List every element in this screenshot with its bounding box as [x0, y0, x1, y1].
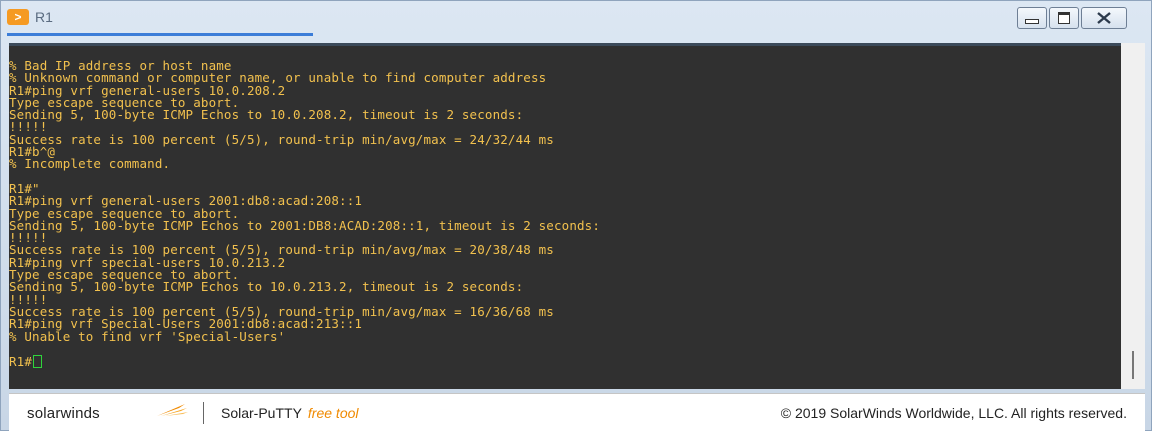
solarwinds-logo-text[interactable]: solarwinds: [27, 405, 100, 422]
title-bar[interactable]: > R1: [1, 1, 1151, 41]
putty-icon: >: [7, 9, 29, 25]
minimize-icon: [1025, 18, 1039, 24]
putty-window: > R1 % Bad IP address or host name % Unk…: [0, 0, 1152, 431]
solarwinds-logo-icon: [157, 404, 188, 416]
terminal-line: Sending 5, 100-byte ICMP Echos to 10.0.2…: [9, 279, 524, 295]
free-tool-badge: free tool: [307, 405, 359, 421]
terminal-line: Sending 5, 100-byte ICMP Echos to 2001:D…: [9, 217, 601, 233]
terminal-line: % Unable to find vrf 'Special-Users': [9, 328, 286, 344]
minimize-button[interactable]: [1017, 7, 1047, 29]
status-divider: [203, 402, 204, 424]
terminal-prompt-line[interactable]: R1#: [9, 354, 1121, 370]
status-bar: solarwinds Solar-PuTTY free tool © 2019 S…: [9, 393, 1145, 431]
terminal-prompt: R1#: [9, 354, 33, 370]
terminal-line: Sending 5, 100-byte ICMP Echos to 10.0.2…: [9, 107, 524, 123]
terminal-line: R1#b^@: [9, 144, 56, 160]
close-icon: [1097, 12, 1111, 24]
vertical-scrollbar[interactable]: [1121, 43, 1145, 389]
active-tab-indicator: [7, 33, 313, 36]
text-cursor: [33, 355, 43, 369]
maximize-button[interactable]: [1049, 7, 1079, 29]
copyright-text: © 2019 SolarWinds Worldwide, LLC. All ri…: [780, 405, 1127, 421]
close-button[interactable]: [1081, 7, 1127, 29]
maximize-icon: [1058, 12, 1070, 24]
terminal-line: % Incomplete command.: [9, 156, 171, 172]
product-name: Solar-PuTTY: [221, 405, 302, 421]
session-tab-title[interactable]: R1: [35, 9, 53, 25]
scrollbar-thumb[interactable]: [1132, 351, 1134, 379]
terminal-output[interactable]: % Bad IP address or host name % Unknown …: [9, 43, 1121, 389]
terminal-line: Success rate is 100 percent (5/5), round…: [9, 131, 554, 147]
product-label: Solar-PuTTY free tool: [221, 405, 359, 421]
